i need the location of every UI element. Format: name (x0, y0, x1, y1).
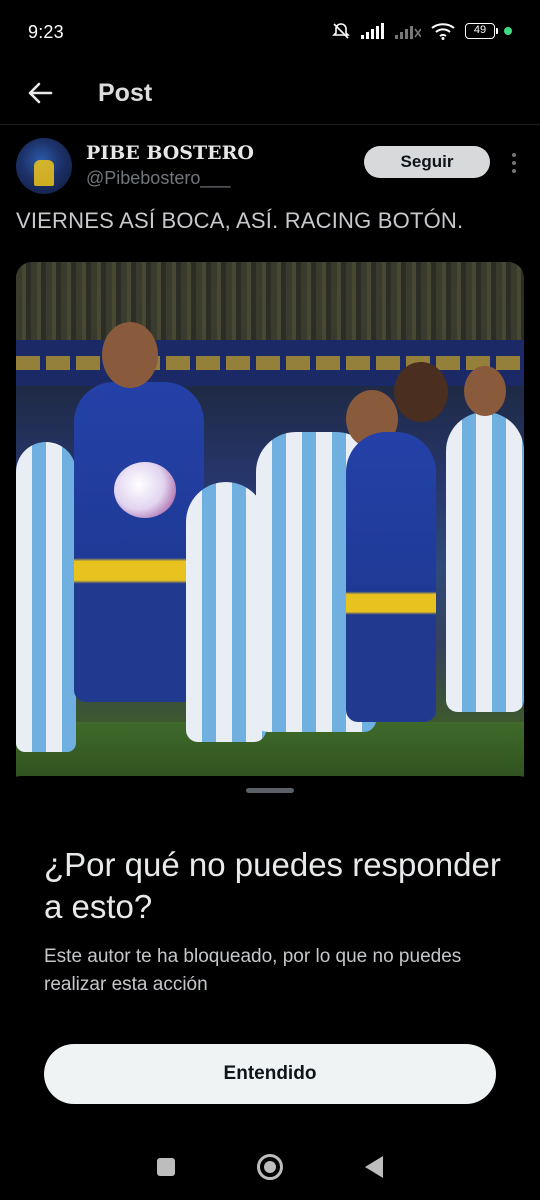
author-name[interactable]: PIBE BOSTERO (86, 142, 254, 164)
home-icon[interactable] (257, 1154, 283, 1180)
follow-button[interactable]: Seguir (364, 146, 490, 178)
sheet-title: ¿Por qué no puedes responder a esto? (44, 846, 501, 925)
back-button[interactable] (0, 68, 80, 118)
battery-level: 49 (465, 23, 495, 39)
more-vertical-icon[interactable] (504, 148, 524, 178)
status-icons: 49 (331, 21, 512, 41)
charging-dot-icon (504, 27, 512, 35)
author-handle[interactable]: @Pibebostero___ (86, 168, 254, 189)
signal-2-icon (395, 23, 421, 39)
photo-icon (16, 262, 524, 352)
post-author-row: PIBE BOSTERO @Pibebostero___ Seguir (16, 138, 524, 198)
sheet-body: Este autor te ha bloqueado, por lo que n… (44, 946, 462, 995)
header-divider (0, 124, 540, 125)
post-text: VIERNES ASÍ BOCA, ASÍ. RACING BOTÓN. (16, 208, 464, 233)
top-app-bar: Post (0, 62, 540, 124)
battery-icon: 49 (465, 23, 512, 39)
page-title: Post (98, 78, 153, 107)
avatar[interactable] (16, 138, 72, 194)
system-nav-bar (0, 1134, 540, 1200)
status-bar: 9:23 49 (0, 0, 540, 62)
author-names[interactable]: PIBE BOSTERO @Pibebostero___ (86, 138, 254, 189)
mute-bell-icon (331, 21, 351, 41)
recents-icon[interactable] (157, 1158, 175, 1176)
sheet-grabber[interactable] (246, 788, 294, 793)
understood-button[interactable]: Entendido (44, 1044, 496, 1104)
signal-icon (361, 23, 385, 39)
status-time: 9:23 (28, 21, 64, 42)
wifi-icon (431, 22, 455, 40)
back-icon[interactable] (365, 1156, 383, 1178)
post-media-image[interactable] (16, 262, 524, 792)
arrow-left-icon (28, 82, 53, 104)
